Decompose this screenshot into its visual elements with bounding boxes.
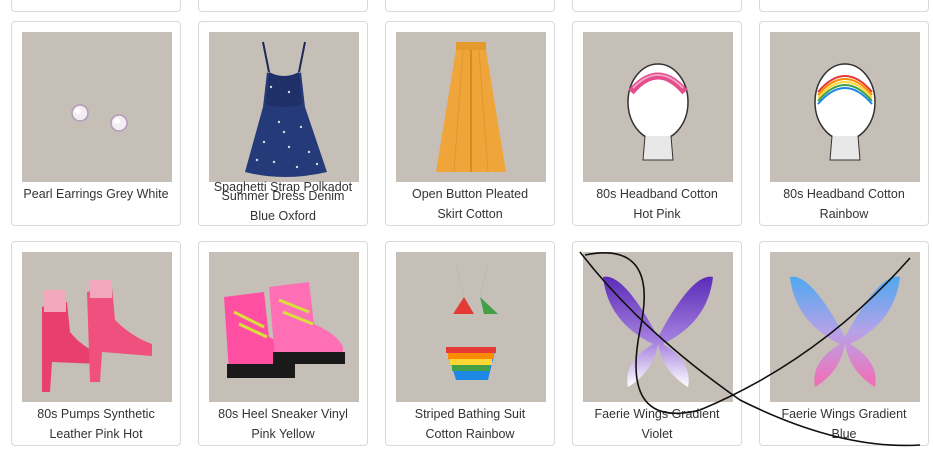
- heel-sneaker-icon: [209, 252, 359, 402]
- item-label: Faerie Wings Gradient Violet: [594, 407, 720, 441]
- item-label: 80s Heel Sneaker Vinyl Pink Yellow: [218, 407, 348, 441]
- partial-card[interactable]: [572, 0, 742, 12]
- item-card[interactable]: Striped Bathing Suit Cotton Rainbow: [385, 241, 555, 446]
- item-label: 80s Headband Cotton Hot Pink: [596, 187, 718, 221]
- bathing-suit-icon: [396, 252, 546, 402]
- item-label: Summer Dress Denim Blue Oxford: [221, 189, 345, 223]
- headband-rainbow-icon: [770, 32, 920, 182]
- item-label: Faerie Wings Gradient Blue: [781, 407, 907, 441]
- partial-card[interactable]: [11, 0, 181, 12]
- item-card[interactable]: 80s Pumps Synthetic Leather Pink Hot: [11, 241, 181, 446]
- item-card[interactable]: Pearl Earrings Grey White: [11, 21, 181, 226]
- item-card[interactable]: Faerie Wings Gradient Blue: [759, 241, 929, 446]
- item-card[interactable]: Faerie Wings Gradient Violet: [572, 241, 742, 446]
- pleated-skirt-icon: [396, 32, 546, 182]
- item-card[interactable]: Open Button Pleated Skirt Cotton: [385, 21, 555, 226]
- item-card[interactable]: 80s Headband Cotton Rainbow: [759, 21, 929, 226]
- item-label: Striped Bathing Suit Cotton Rainbow: [414, 407, 526, 441]
- partial-card[interactable]: [385, 0, 555, 12]
- item-card[interactable]: 80s Headband Cotton Hot Pink: [572, 21, 742, 226]
- pink-pumps-icon: [22, 252, 172, 402]
- item-label: 80s Pumps Synthetic Leather Pink Hot: [37, 407, 155, 441]
- item-label: Pearl Earrings Grey White: [23, 187, 169, 201]
- violet-wings-icon: [583, 252, 733, 402]
- partial-card[interactable]: [198, 0, 368, 12]
- item-label: Open Button Pleated Skirt Cotton: [411, 187, 529, 221]
- partial-card[interactable]: [759, 0, 929, 12]
- item-label: 80s Headband Cotton Rainbow: [783, 187, 905, 221]
- polkadot-dress-icon: [209, 32, 359, 182]
- item-card[interactable]: 80s Heel Sneaker Vinyl Pink Yellow: [198, 241, 368, 446]
- blue-wings-icon: [770, 252, 920, 402]
- item-card[interactable]: Spaghetti Strap Polkadot Summer Dress De…: [198, 21, 368, 226]
- pearl-earrings-icon: [22, 32, 172, 182]
- headband-pink-icon: [583, 32, 733, 182]
